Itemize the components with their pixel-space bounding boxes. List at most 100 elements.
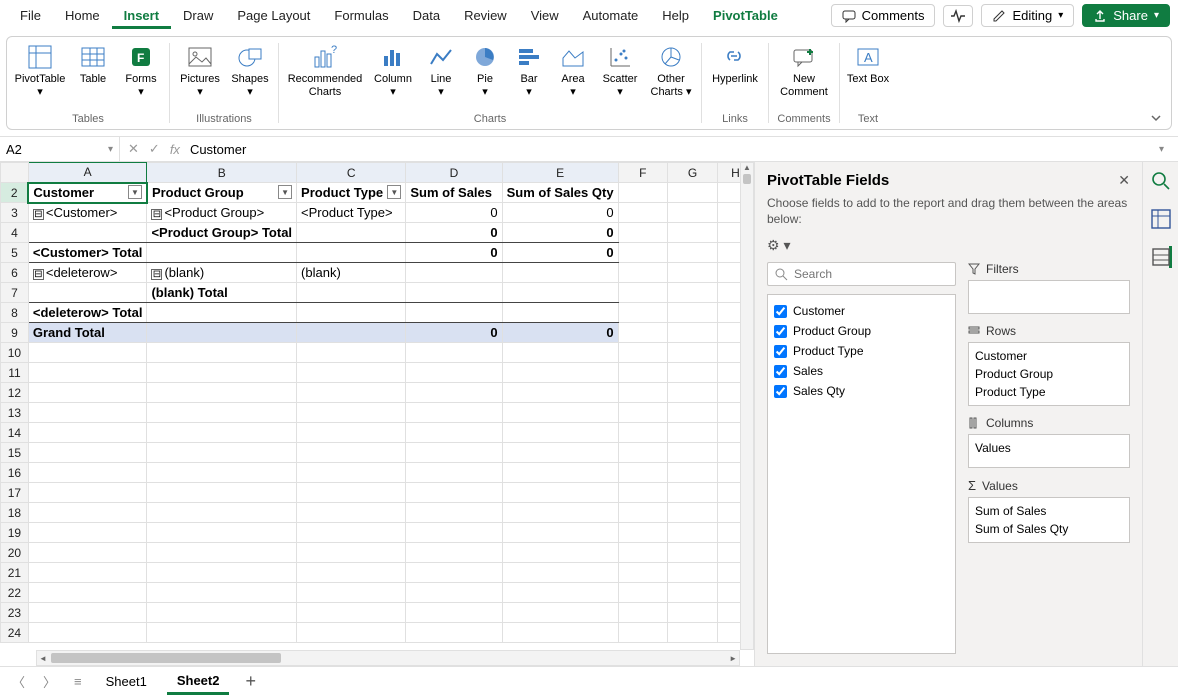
scatter-chart-button[interactable]: Scatter▾ [597,41,643,99]
value-field[interactable]: Sum of Sales Qty [975,520,1123,538]
cell[interactable] [28,343,147,363]
comments-button[interactable]: Comments [831,4,936,27]
editing-button[interactable]: Editing ▾ [981,4,1074,27]
field-search[interactable] [767,262,956,286]
cell-a7[interactable] [28,283,147,303]
row-header-19[interactable]: 19 [1,523,29,543]
ribbon-collapse[interactable] [1149,111,1163,125]
cell[interactable] [502,583,618,603]
cell[interactable] [28,623,147,643]
row-header-8[interactable]: 8 [1,303,29,323]
row-field[interactable]: Product Type [975,383,1123,401]
cell[interactable] [28,403,147,423]
cell[interactable] [618,203,668,223]
cell-e8[interactable] [502,303,618,323]
tab-automate[interactable]: Automate [571,2,651,29]
cell[interactable] [147,343,297,363]
cell[interactable] [297,603,406,623]
cell[interactable] [502,403,618,423]
cell[interactable] [668,563,718,583]
cell[interactable] [297,343,406,363]
row-header-3[interactable]: 3 [1,203,29,223]
row-header-20[interactable]: 20 [1,543,29,563]
cell[interactable] [28,563,147,583]
cell[interactable] [618,283,668,303]
chevron-down-icon[interactable]: ▾ [1159,144,1164,155]
cell[interactable] [406,363,502,383]
cell[interactable] [668,623,718,643]
cell[interactable] [668,523,718,543]
tab-help[interactable]: Help [650,2,701,29]
col-header-f[interactable]: F [618,163,668,183]
row-header-21[interactable]: 21 [1,563,29,583]
cell-a9[interactable]: Grand Total [28,323,147,343]
cell[interactable] [147,563,297,583]
cell[interactable] [406,383,502,403]
cell[interactable] [297,483,406,503]
cell[interactable] [406,483,502,503]
cell[interactable] [28,363,147,383]
other-charts-button[interactable]: Other Charts ▾ [647,41,695,99]
cell-c2[interactable]: Product Type▼ [297,183,406,203]
cell-a5[interactable]: <Customer> Total [28,243,147,263]
cell[interactable] [668,303,718,323]
enter-icon[interactable]: ✓ [149,141,160,157]
cell[interactable] [28,503,147,523]
col-header-c[interactable]: C [297,163,406,183]
col-header-b[interactable]: B [147,163,297,183]
name-box[interactable]: A2 ▾ [0,137,120,161]
checkbox[interactable] [774,305,787,318]
cell[interactable] [618,323,668,343]
select-all-corner[interactable] [1,163,29,183]
cell[interactable] [668,483,718,503]
pivottable-button[interactable]: PivotTable▾ [13,41,67,99]
cell[interactable] [28,583,147,603]
sheet-tab-2[interactable]: Sheet2 [167,669,230,695]
cell-c4[interactable] [297,223,406,243]
area-chart-button[interactable]: Area▾ [553,41,593,99]
cell[interactable] [618,363,668,383]
cell[interactable] [668,603,718,623]
shapes-button[interactable]: Shapes▾ [228,41,272,99]
row-header-11[interactable]: 11 [1,363,29,383]
cell[interactable] [297,523,406,543]
cell[interactable] [406,443,502,463]
cell[interactable] [297,363,406,383]
cell[interactable] [147,443,297,463]
tab-insert[interactable]: Insert [112,2,171,29]
tab-home[interactable]: Home [53,2,112,29]
row-field[interactable]: Product Group [975,365,1123,383]
cell[interactable] [668,343,718,363]
cell[interactable] [668,583,718,603]
cell-a4[interactable] [28,223,147,243]
cell[interactable] [618,523,668,543]
cell[interactable] [406,403,502,423]
collapse-icon[interactable]: ⊟ [33,209,44,220]
cell[interactable] [618,563,668,583]
cell[interactable] [618,343,668,363]
cell-d3[interactable]: 0 [406,203,502,223]
cell-e6[interactable] [502,263,618,283]
cell[interactable] [297,543,406,563]
cell[interactable] [618,263,668,283]
cell[interactable] [297,623,406,643]
cell[interactable] [297,383,406,403]
pie-chart-button[interactable]: Pie▾ [465,41,505,99]
cell-a2[interactable]: Customer▼ [28,183,147,203]
cell-b3[interactable]: ⊟<Product Group> [147,203,297,223]
cell-d4[interactable]: 0 [406,223,502,243]
add-sheet-button[interactable]: + [239,671,262,692]
cell[interactable] [502,543,618,563]
tab-file[interactable]: File [8,2,53,29]
cell[interactable] [147,483,297,503]
tab-draw[interactable]: Draw [171,2,225,29]
hyperlink-button[interactable]: Hyperlink [708,41,762,86]
cell[interactable] [147,383,297,403]
sheet-nav-next[interactable]: 〉 [39,672,60,691]
cell[interactable] [618,223,668,243]
cell-a8[interactable]: <deleterow> Total [28,303,147,323]
cell[interactable] [618,383,668,403]
row-header-22[interactable]: 22 [1,583,29,603]
vertical-scrollbar[interactable]: ▲ [740,162,754,650]
cell[interactable] [406,523,502,543]
